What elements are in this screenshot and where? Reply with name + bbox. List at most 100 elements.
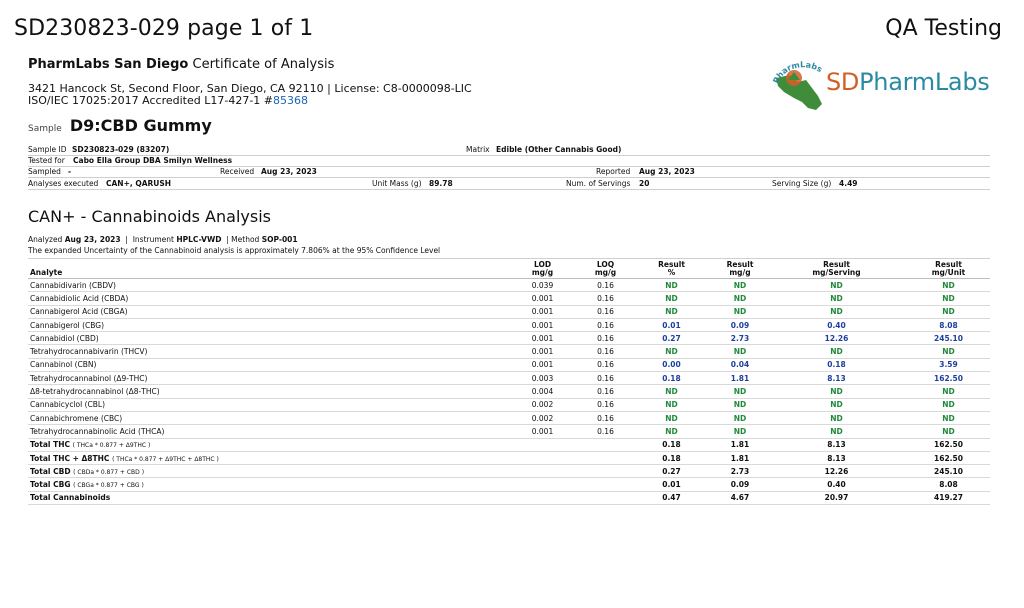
total-analyte-cell: Total THC + Δ8THC ( THCa * 0.877 + Δ9THC…: [28, 451, 503, 466]
result-unit-cell: 162.50: [907, 371, 990, 386]
total-name: Total CBD: [30, 466, 71, 476]
page-subtitle-qa-testing: QA Testing: [885, 16, 1002, 41]
table-row: Tetrahydrocannabinol (Δ9-THC) 0.003 0.16 0.…: [28, 371, 990, 386]
total-pct-cell: 0.47: [629, 491, 714, 506]
sample-heading: Sample D9:CBD Gummy: [28, 116, 212, 135]
result-unit-cell: 245.10: [907, 331, 990, 346]
result-pct-cell: ND: [629, 278, 714, 293]
table-row: Cannabicyclol (CBL) 0.002 0.16 ND ND ND ND: [28, 398, 990, 412]
analyte-cell: Δ8-tetrahydrocannabinol (Δ8-THC): [28, 384, 503, 399]
method-value: SOP-001: [261, 235, 298, 244]
table-row: Cannabigerol (CBG) 0.001 0.16 0.01 0.09 0.40 8…: [28, 318, 990, 333]
matrix-label: Matrix: [466, 145, 490, 154]
col-lod: LOD mg/g: [503, 258, 582, 279]
total-unit-cell: 8.08: [907, 477, 990, 492]
sample-id-value: SD230823-029 (83207): [72, 145, 170, 154]
sampled-label: Sampled: [28, 167, 61, 176]
analyte-cell: Tetrahydrocannabivarin (THCV): [28, 344, 503, 359]
table-row: Cannabigerol Acid (CBGA) 0.001 0.16 ND ND ND N…: [28, 305, 990, 319]
unit-mass-value: 89.78: [429, 179, 453, 188]
result-pct-cell: ND: [629, 291, 714, 306]
result-unit-cell: ND: [907, 384, 990, 399]
received-label: Received: [220, 167, 255, 176]
uncertainty-note: The expanded Uncertainty of the Cannabin…: [28, 246, 441, 255]
total-name: Total THC: [30, 440, 70, 450]
lod-cell: 0.001: [503, 424, 582, 439]
result-serving-cell: ND: [766, 384, 907, 399]
total-serving-cell: 12.26: [766, 464, 907, 479]
logo-wordmark: SDPharmLabs: [826, 68, 990, 96]
empty-cell: [582, 464, 629, 479]
result-serving-cell: 0.18: [766, 358, 907, 373]
loq-cell: 0.16: [582, 278, 629, 293]
total-analyte-cell: Total Cannabinoids: [28, 491, 503, 506]
logo-text-pharmlabs: PharmLabs: [859, 68, 990, 96]
logo-text-sd: SD: [826, 68, 860, 96]
col-analyte: Analyte: [28, 258, 503, 279]
empty-cell: [503, 477, 582, 492]
total-formula: ( THCa * 0.877 + Δ9THC + Δ8THC ): [112, 455, 219, 463]
sample-id-label: Sample ID: [28, 145, 67, 154]
total-formula: ( CBDa * 0.877 + CBD ): [73, 468, 145, 476]
result-serving-cell: ND: [766, 305, 907, 319]
result-serving-cell: 8.13: [766, 371, 907, 386]
result-serving-cell: 0.40: [766, 318, 907, 333]
total-mgg-cell: 1.81: [714, 438, 766, 452]
result-mgg-cell: 1.81: [714, 371, 766, 386]
empty-cell: [582, 491, 629, 506]
result-mgg-cell: ND: [714, 344, 766, 359]
result-pct-cell: ND: [629, 344, 714, 359]
lod-cell: 0.001: [503, 318, 582, 333]
total-unit-cell: 419.27: [907, 491, 990, 506]
result-pct-cell: 0.27: [629, 331, 714, 346]
page-title: SD230823-029 page 1 of 1: [14, 16, 314, 41]
analyte-cell: Tetrahydrocannabinolic Acid (THCA): [28, 424, 503, 439]
lod-cell: 0.001: [503, 344, 582, 359]
reported-label: Reported: [596, 167, 631, 176]
result-pct-cell: 0.00: [629, 358, 714, 373]
accreditation-link[interactable]: 85368: [273, 94, 308, 107]
result-serving-cell: ND: [766, 278, 907, 293]
total-row: Total CBG ( CBGa * 0.877 + CBG ) 0.01 0.09…: [28, 477, 990, 492]
analyzed-label: Analyzed: [28, 235, 63, 244]
result-mgg-cell: ND: [714, 411, 766, 426]
result-pct-cell: 0.01: [629, 318, 714, 333]
result-unit-cell: 8.08: [907, 318, 990, 333]
result-pct-cell: ND: [629, 305, 714, 319]
result-unit-cell: 3.59: [907, 358, 990, 373]
total-mgg-cell: 2.73: [714, 464, 766, 479]
table-row: Tetrahydrocannabivarin (THCV) 0.001 0.16 ND…: [28, 344, 990, 359]
total-row: Total CBD ( CBDa * 0.877 + CBD ) 0.27 2.73…: [28, 464, 990, 479]
table-row: Cannabichromene (CBC) 0.002 0.16 ND ND ND ND: [28, 411, 990, 426]
lod-cell: 0.002: [503, 411, 582, 426]
col-result-mgg: Result mg/g: [714, 258, 766, 279]
total-serving-cell: 8.13: [766, 438, 907, 452]
total-unit-cell: 162.50: [907, 451, 990, 466]
analysis-meta: Analyzed Aug 23, 2023 | Instrument HPLC-…: [28, 235, 298, 244]
info-row-analyses: Analyses executed CAN+, QARUSH Unit Mass…: [28, 178, 990, 190]
result-pct-cell: ND: [629, 384, 714, 399]
instrument-label: Instrument: [132, 235, 174, 244]
analyte-cell: Cannabigerol Acid (CBGA): [28, 305, 503, 319]
total-unit-cell: 162.50: [907, 438, 990, 452]
accreditation-text: ISO/IEC 17025:2017 Accredited L17-427-1 …: [28, 94, 273, 107]
total-mgg-cell: 1.81: [714, 451, 766, 466]
serving-size-label: Serving Size (g): [772, 179, 832, 188]
lod-cell: 0.001: [503, 291, 582, 306]
result-unit-cell: ND: [907, 291, 990, 306]
loq-cell: 0.16: [582, 411, 629, 426]
loq-cell: 0.16: [582, 424, 629, 439]
loq-cell: 0.16: [582, 358, 629, 373]
lod-cell: 0.001: [503, 305, 582, 319]
table-row: Δ8-tetrahydrocannabinol (Δ8-THC) 0.004 0.1…: [28, 384, 990, 399]
result-pct-cell: 0.18: [629, 371, 714, 386]
col-result-pct: Result%: [629, 258, 714, 279]
total-serving-cell: 20.97: [766, 491, 907, 506]
total-analyte-cell: Total CBD ( CBDa * 0.877 + CBD ): [28, 464, 503, 479]
loq-cell: 0.16: [582, 318, 629, 333]
total-name: Total CBG: [30, 480, 71, 490]
total-row: Total Cannabinoids 0.47 4.67 20.97 419.27: [28, 491, 990, 506]
total-name: Total Cannabinoids: [30, 493, 111, 503]
empty-cell: [503, 491, 582, 506]
servings-value: 20: [639, 179, 650, 188]
